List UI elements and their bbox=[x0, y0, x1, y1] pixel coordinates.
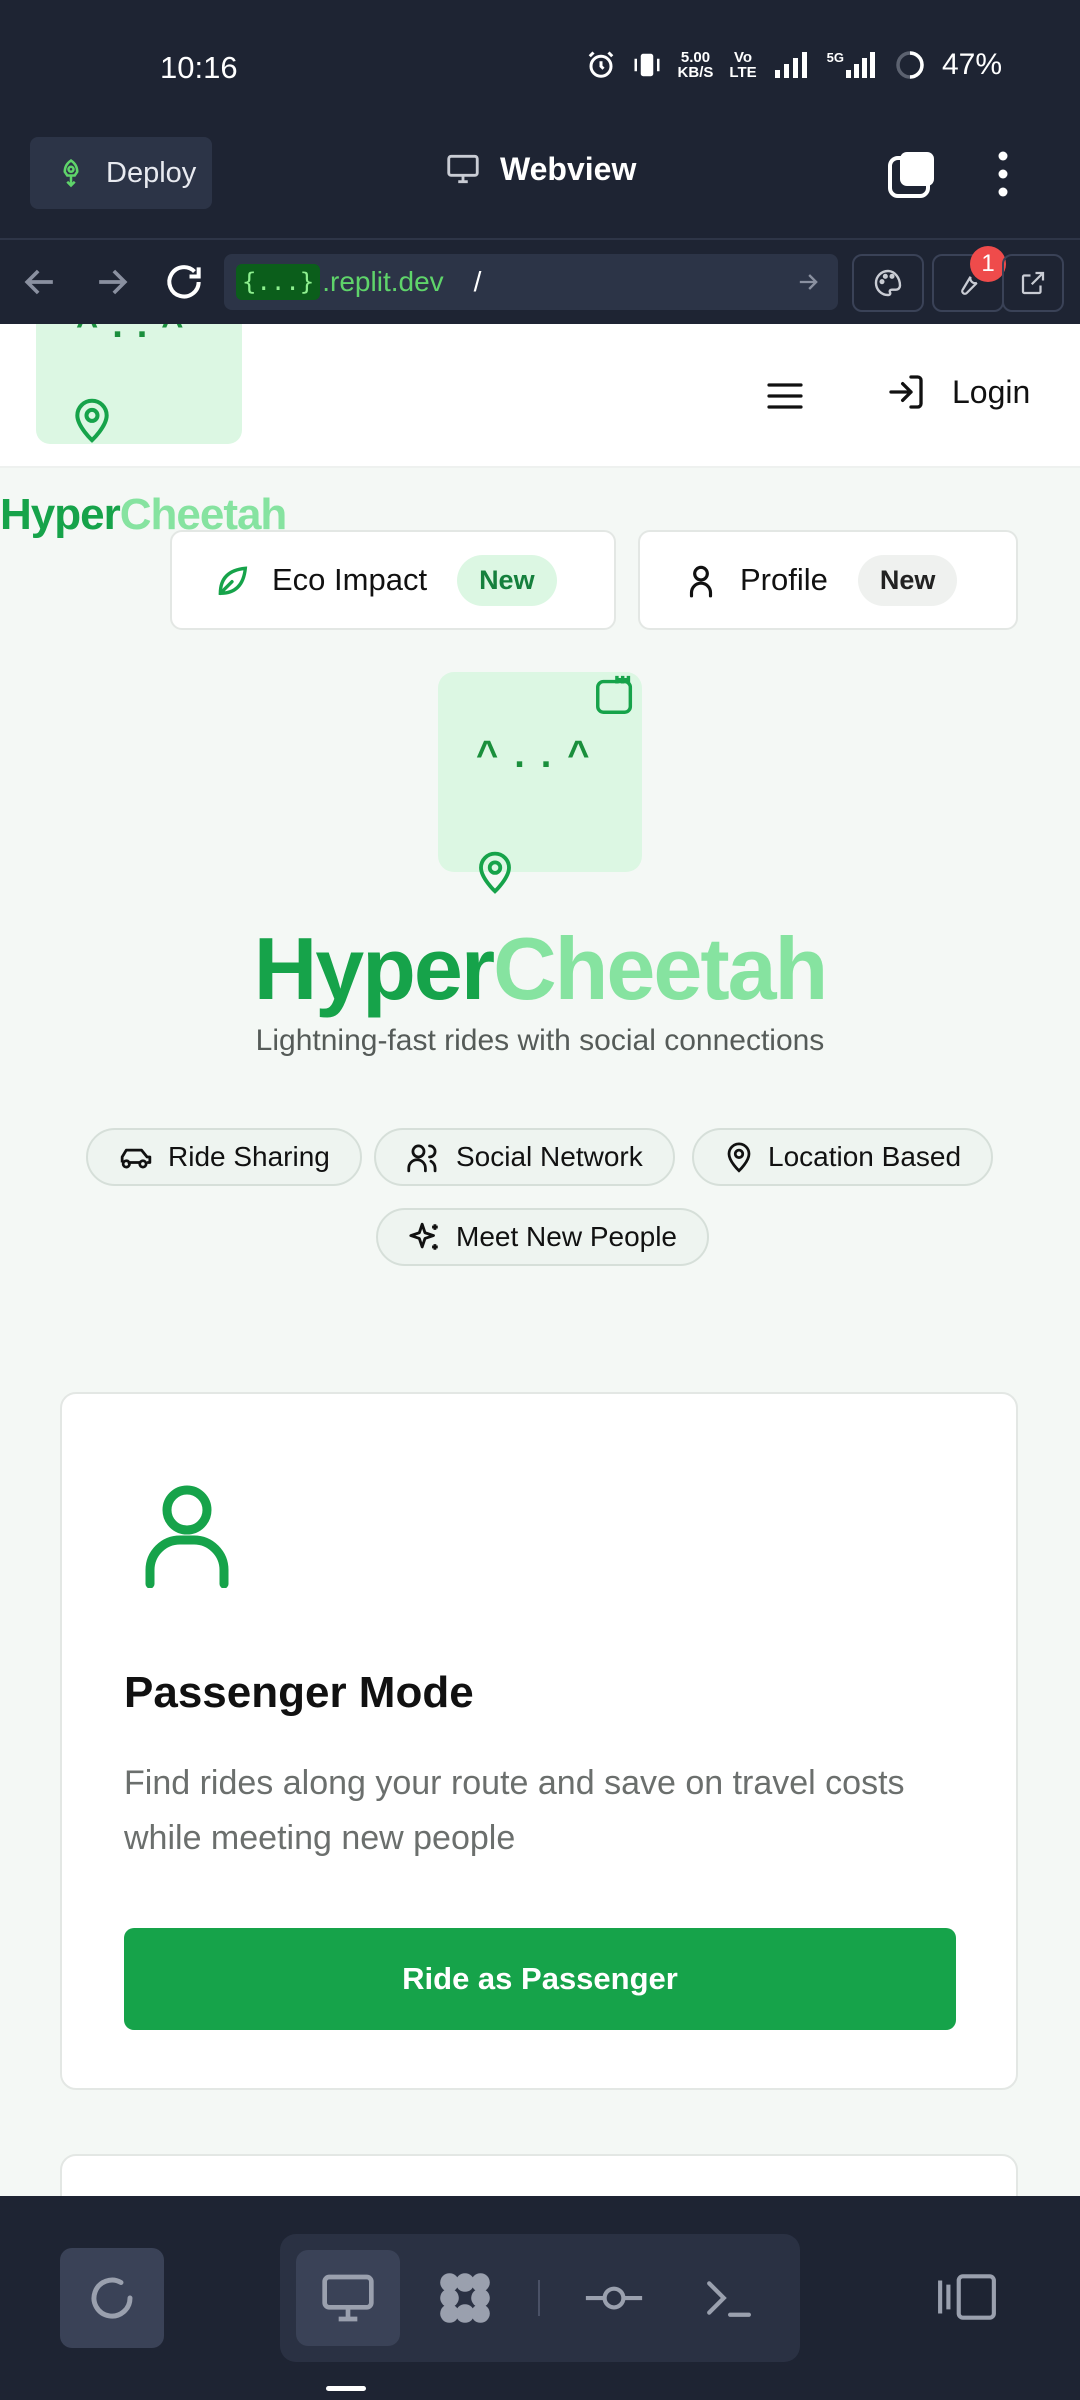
webview-tab-title[interactable]: Webview bbox=[444, 150, 636, 188]
deploy-button[interactable]: Deploy bbox=[30, 137, 212, 209]
signal-5g: 5G bbox=[827, 50, 878, 80]
toolbar-divider bbox=[538, 2280, 540, 2316]
clock: 10:16 bbox=[160, 50, 238, 85]
hero-logo: ^..^ bbox=[438, 672, 642, 894]
new-badge: New bbox=[857, 554, 958, 606]
deploy-label: Deploy bbox=[106, 156, 197, 189]
chip-label: Location Based bbox=[768, 1141, 962, 1172]
palette-button[interactable] bbox=[852, 254, 924, 312]
signal-5g-icon bbox=[845, 52, 875, 78]
user-icon bbox=[689, 565, 713, 598]
palette-icon bbox=[874, 269, 902, 297]
forward-arrow-icon[interactable] bbox=[90, 260, 134, 304]
status-bar: 10:16 5.00 KB/S Vo LTE 5G 47% bbox=[0, 0, 1080, 130]
net-speed: 5.00 KB/S bbox=[677, 49, 714, 81]
back-arrow-icon[interactable] bbox=[18, 260, 62, 304]
devtools-button[interactable]: 1 bbox=[932, 246, 1006, 312]
site-logo[interactable]: ^..^ bbox=[36, 324, 242, 444]
map-pin-icon bbox=[479, 851, 511, 894]
volte-indicator: Vo LTE bbox=[729, 49, 757, 81]
hero-subtitle: Lightning-fast rides with social connect… bbox=[255, 1024, 825, 1057]
deploy-icon bbox=[63, 158, 79, 188]
next-card bbox=[60, 2154, 1018, 2196]
site-navbar: ^..^ Login bbox=[0, 324, 1080, 468]
card-title: Passenger Mode bbox=[124, 1668, 474, 1717]
chip-label: Meet New People bbox=[456, 1221, 678, 1252]
reload-icon[interactable] bbox=[162, 260, 206, 304]
url-host: .replit.dev bbox=[322, 266, 444, 297]
login-label: Login bbox=[952, 373, 1031, 410]
tabs-icon[interactable] bbox=[886, 148, 938, 200]
eco-impact-link[interactable]: Eco Impact New bbox=[170, 530, 616, 630]
chip-social-network: Social Network bbox=[374, 1128, 675, 1186]
new-badge: New bbox=[457, 554, 557, 606]
grid-blob-icon bbox=[440, 2273, 490, 2323]
car-icon bbox=[120, 1148, 152, 1169]
hamburger-menu-icon[interactable] bbox=[766, 380, 804, 412]
profile-label: Profile bbox=[740, 562, 828, 597]
profile-link[interactable]: Profile New bbox=[638, 530, 1018, 630]
chip-location-based: Location Based bbox=[692, 1128, 994, 1186]
calendar-icon bbox=[596, 675, 633, 714]
monitor-icon bbox=[322, 2274, 374, 2322]
terminal-icon bbox=[707, 2281, 751, 2317]
chip-meet-new-people: Meet New People bbox=[376, 1208, 710, 1266]
chip-label: Social Network bbox=[456, 1141, 643, 1172]
alarm-icon bbox=[588, 51, 613, 78]
status-icons: 5.00 KB/S Vo LTE 5G 47% bbox=[586, 48, 1002, 82]
map-pin-icon bbox=[75, 398, 109, 443]
leaf-icon bbox=[218, 566, 248, 596]
shell-tool-button[interactable] bbox=[680, 2250, 776, 2346]
url-tag: {...} bbox=[236, 264, 321, 300]
login-button[interactable]: Login bbox=[886, 372, 1030, 412]
user-icon bbox=[145, 1485, 229, 1588]
hero-title: HyperCheetah bbox=[253, 919, 829, 1018]
login-icon bbox=[889, 375, 923, 409]
chip-label: Ride Sharing bbox=[168, 1141, 330, 1172]
users-icon bbox=[407, 1144, 437, 1173]
webview-content: ^..^ Login HyperCheetah Eco Impact New P… bbox=[0, 324, 1080, 2196]
apps-tool-button[interactable] bbox=[420, 2250, 510, 2346]
more-options-icon[interactable] bbox=[990, 148, 1016, 200]
open-external-button[interactable] bbox=[1002, 254, 1064, 312]
git-tool-button[interactable] bbox=[566, 2250, 662, 2346]
url-path: / bbox=[473, 266, 482, 297]
git-commit-icon bbox=[585, 2286, 643, 2310]
go-arrow-icon[interactable] bbox=[794, 268, 822, 296]
signal-icon bbox=[774, 52, 807, 78]
bottom-toolbar bbox=[0, 2196, 1080, 2400]
logo-face: ^..^ bbox=[76, 324, 198, 346]
side-panel-icon bbox=[938, 2274, 996, 2320]
sparkles-icon bbox=[409, 1222, 438, 1250]
panel-toggle-button[interactable] bbox=[934, 2252, 1000, 2342]
battery-icon bbox=[896, 51, 924, 79]
replit-header: Deploy Webview bbox=[0, 130, 1080, 238]
vibrate-icon bbox=[634, 53, 660, 77]
hero-logo-face: ^..^ bbox=[476, 734, 606, 776]
card-description: Find rides along your route and save on … bbox=[124, 1764, 905, 1857]
url-input[interactable]: {...} .replit.dev / bbox=[224, 254, 838, 310]
passenger-mode-card: Passenger Mode Find rides along your rou… bbox=[60, 1392, 1018, 2090]
ride-as-passenger-button[interactable]: Ride as Passenger bbox=[124, 1928, 956, 2030]
tool-switcher bbox=[280, 2234, 800, 2362]
map-pin-icon bbox=[727, 1142, 751, 1173]
battery-percent: 47% bbox=[941, 48, 1002, 81]
home-indicator bbox=[326, 2386, 366, 2391]
loading-button[interactable] bbox=[60, 2248, 164, 2348]
monitor-icon bbox=[447, 154, 479, 184]
url-toolbar: {...} .replit.dev / 1 bbox=[0, 238, 1080, 324]
notification-badge: 1 bbox=[970, 246, 1006, 282]
webview-tool-button[interactable] bbox=[296, 2250, 400, 2346]
external-link-icon bbox=[1021, 271, 1045, 295]
chip-ride-sharing: Ride Sharing bbox=[86, 1128, 362, 1186]
webview-title: Webview bbox=[500, 150, 637, 187]
eco-impact-label: Eco Impact bbox=[272, 562, 428, 597]
spinner-icon bbox=[91, 2277, 133, 2319]
